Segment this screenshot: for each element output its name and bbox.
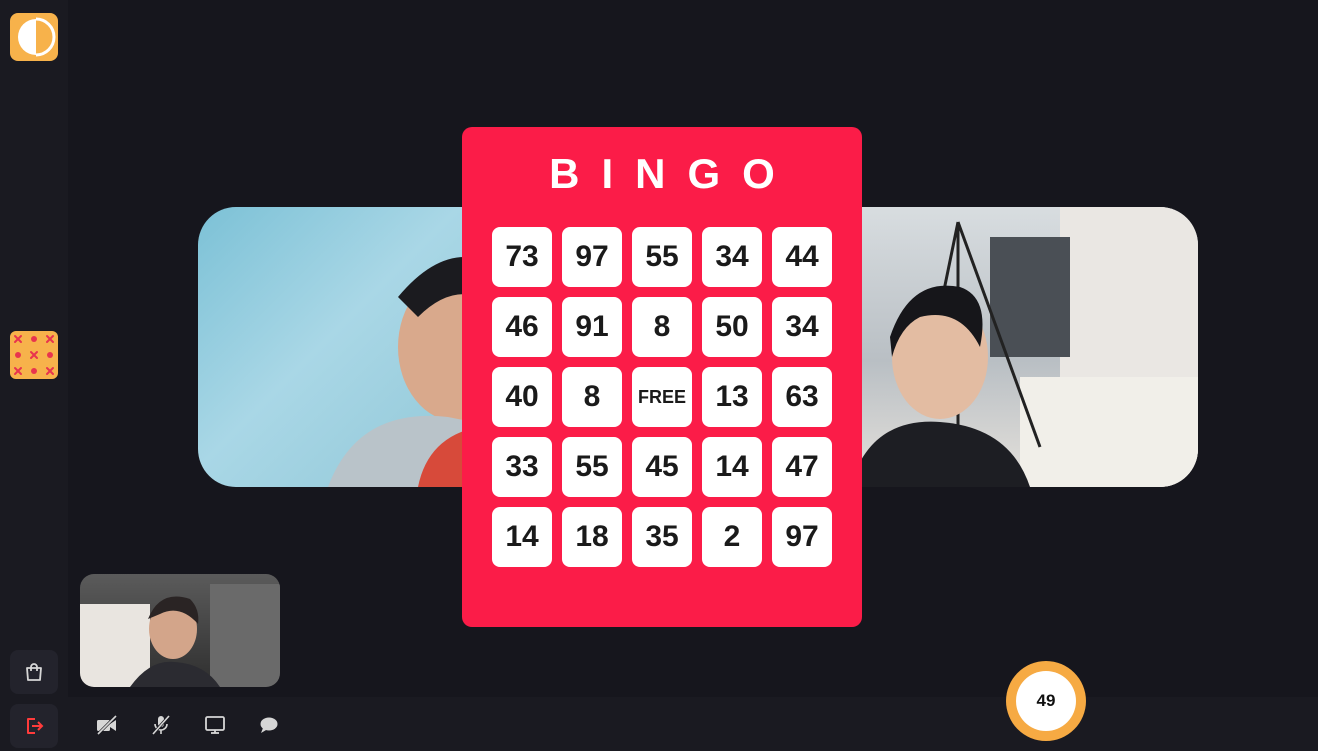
participant-video-right — [830, 207, 1198, 487]
bingo-cell[interactable]: 91 — [562, 297, 622, 357]
shopping-bag-icon — [26, 663, 42, 681]
bingo-cell[interactable]: 97 — [772, 507, 832, 567]
bingo-cell[interactable]: 14 — [702, 437, 762, 497]
bingo-cell[interactable]: 13 — [702, 367, 762, 427]
bingo-cell[interactable]: 40 — [492, 367, 552, 427]
called-number-badge: 49 — [1006, 661, 1086, 741]
mic-toggle-button[interactable] — [148, 712, 174, 738]
participant-video-left — [198, 207, 498, 487]
logout-icon — [27, 718, 44, 734]
bingo-cell[interactable]: 2 — [702, 507, 762, 567]
self-video — [80, 574, 280, 687]
bingo-cell[interactable]: 50 — [702, 297, 762, 357]
screen-share-icon — [205, 716, 225, 734]
shop-button[interactable] — [10, 650, 58, 694]
half-moon-logo-icon[interactable] — [10, 13, 58, 61]
bingo-cell[interactable]: 44 — [772, 227, 832, 287]
chat-icon — [260, 717, 278, 733]
bingo-cell[interactable]: 45 — [632, 437, 692, 497]
bingo-cell[interactable]: 33 — [492, 437, 552, 497]
bingo-cell[interactable]: 34 — [702, 227, 762, 287]
bingo-free-cell[interactable]: FREE — [632, 367, 692, 427]
chat-button[interactable] — [256, 712, 282, 738]
bingo-cell[interactable]: 8 — [632, 297, 692, 357]
camera-off-icon — [96, 714, 118, 736]
bingo-cell[interactable]: 47 — [772, 437, 832, 497]
bingo-cell[interactable]: 46 — [492, 297, 552, 357]
screen-share-button[interactable] — [202, 712, 228, 738]
bingo-cell[interactable]: 34 — [772, 297, 832, 357]
bingo-cell[interactable]: 73 — [492, 227, 552, 287]
tic-tac-toe-icon[interactable] — [10, 331, 58, 379]
bingo-cell[interactable]: 18 — [562, 507, 622, 567]
bingo-cell[interactable]: 55 — [562, 437, 622, 497]
bingo-cell[interactable]: 55 — [632, 227, 692, 287]
bingo-grid: 73 97 55 34 44 46 91 8 50 34 40 8 FREE 1… — [492, 227, 832, 567]
mic-off-icon — [151, 715, 171, 735]
bingo-cell[interactable]: 14 — [492, 507, 552, 567]
bingo-cell[interactable]: 97 — [562, 227, 622, 287]
called-number: 49 — [1016, 671, 1076, 731]
bingo-title: BINGO — [549, 150, 797, 197]
bingo-cell[interactable]: 63 — [772, 367, 832, 427]
camera-toggle-button[interactable] — [94, 712, 120, 738]
leave-button[interactable] — [10, 704, 58, 748]
bingo-cell[interactable]: 35 — [632, 507, 692, 567]
bingo-cell[interactable]: 8 — [562, 367, 622, 427]
